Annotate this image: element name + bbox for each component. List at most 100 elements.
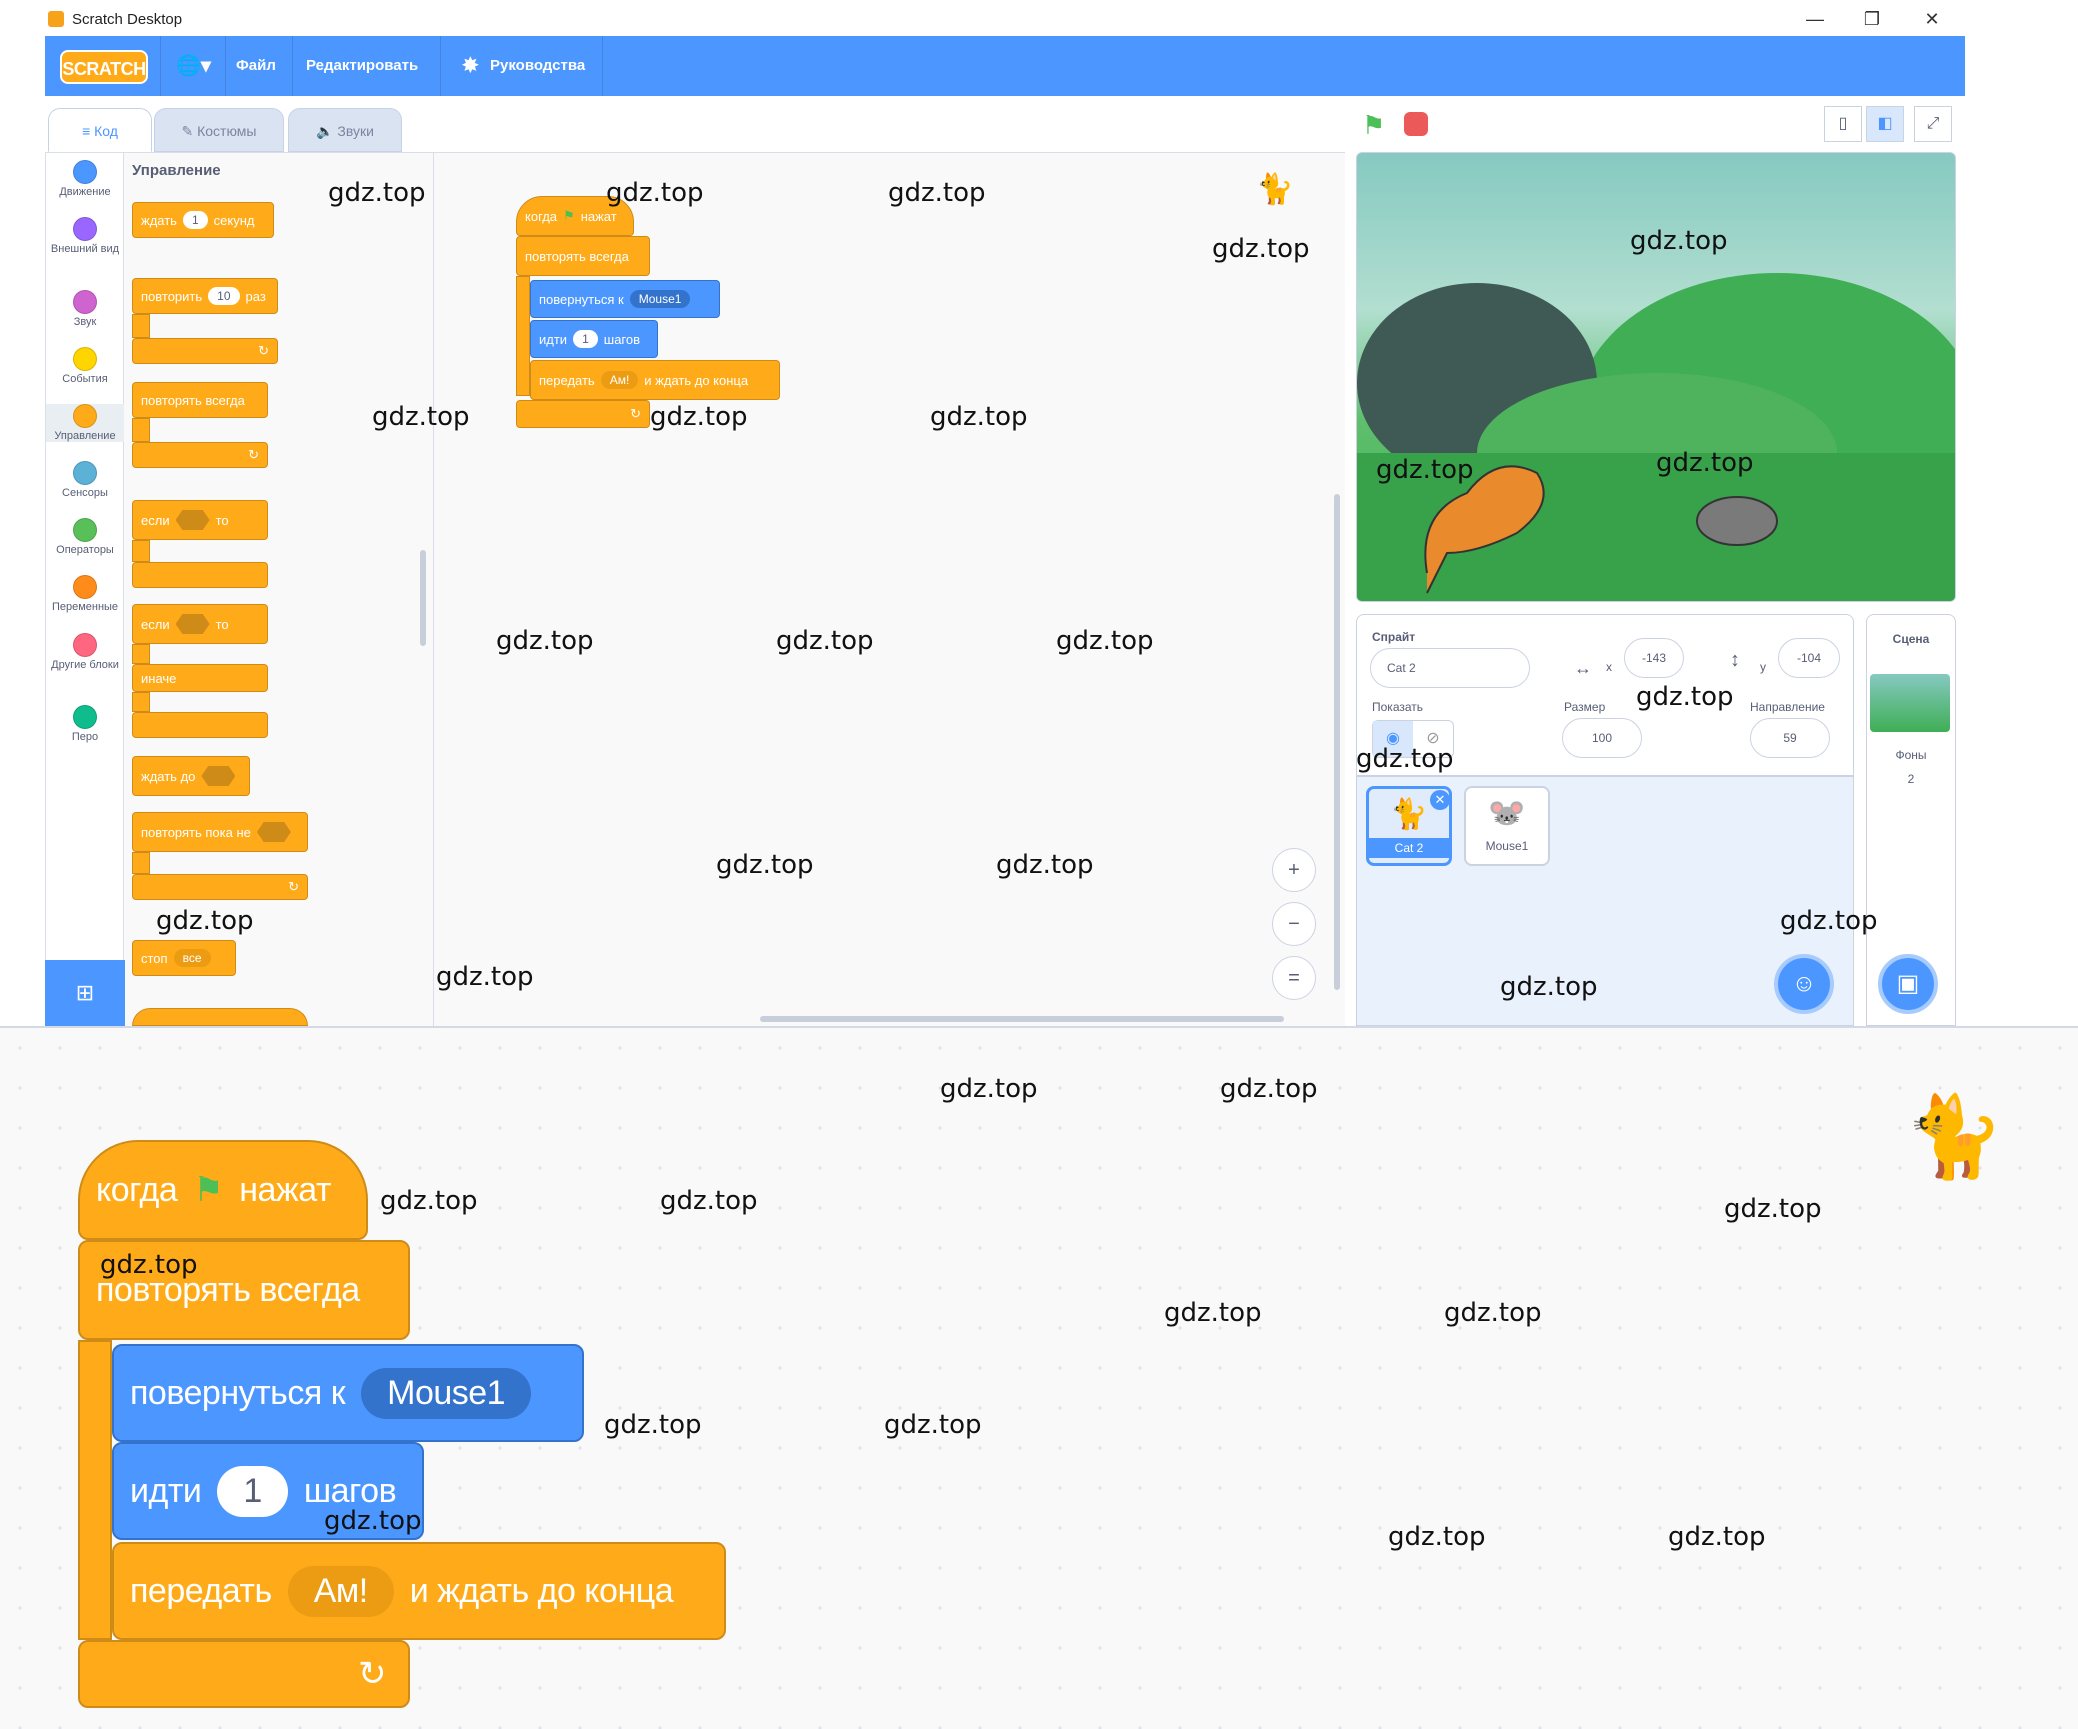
repeat-until-block[interactable]: повторять пока не xyxy=(132,812,308,852)
maximize-button[interactable]: ❐ xyxy=(1852,6,1892,32)
category-5[interactable]: Управление xyxy=(46,404,124,442)
y-input[interactable]: -104 xyxy=(1778,638,1840,678)
point-towards-block[interactable]: повернуться к Mouse1 xyxy=(530,280,720,318)
repeat-until-arm xyxy=(132,852,150,874)
category-6[interactable]: Сенсоры xyxy=(46,461,124,499)
category-3[interactable]: Звук xyxy=(46,290,124,328)
category-label: Звук xyxy=(73,316,97,328)
category-10[interactable]: Перо xyxy=(46,705,124,743)
watermark-text: gdz.top xyxy=(606,178,704,208)
sprite-thumb-mouse1[interactable]: 🐭 Mouse1 xyxy=(1464,786,1550,866)
category-label: Операторы xyxy=(56,544,114,556)
if-else-end xyxy=(132,712,268,738)
zoom-out-button[interactable]: − xyxy=(1272,902,1316,946)
watermark-text: gdz.top xyxy=(888,178,986,208)
window-title: Scratch Desktop xyxy=(72,11,183,28)
loop-arrow-icon: ↻ xyxy=(630,406,641,421)
watermark-text: gdz.top xyxy=(1164,1298,1262,1328)
category-dot-icon xyxy=(73,160,97,184)
watermark-text: gdz.top xyxy=(1388,1522,1486,1552)
small-stage-button[interactable]: ▯ xyxy=(1824,106,1862,142)
stage-backdrop xyxy=(1357,273,1955,601)
watermark-text: gdz.top xyxy=(1636,682,1734,712)
choose-sprite-button[interactable]: ☺ xyxy=(1774,954,1834,1014)
menu-file[interactable]: Файл xyxy=(226,36,286,96)
category-7[interactable]: Операторы xyxy=(46,518,124,556)
repeat-end: ↻ xyxy=(132,338,278,364)
add-extension-button[interactable]: ⊞ xyxy=(45,960,125,1026)
language-icon[interactable]: 🌐▾ xyxy=(166,36,221,96)
category-dot-icon xyxy=(73,518,97,542)
move-steps-block[interactable]: идти 1 шагов xyxy=(530,320,658,358)
forever-block[interactable]: повторять всегда xyxy=(516,236,650,276)
backdrop-thumbnail[interactable] xyxy=(1870,674,1950,732)
watermark-text: gdz.top xyxy=(496,626,594,656)
repeat-block[interactable]: повторить 10 раз xyxy=(132,278,278,314)
x-input[interactable]: -143 xyxy=(1624,638,1684,678)
brush-icon: ✎ xyxy=(181,123,198,139)
direction-label: Направление xyxy=(1750,700,1825,714)
fullscreen-button[interactable]: ⤢ xyxy=(1914,106,1952,142)
palette-scrollbar[interactable] xyxy=(420,550,426,646)
sprite-name-input[interactable]: Cat 2 xyxy=(1370,648,1530,688)
loop-arrow-icon: ↻ xyxy=(258,343,269,358)
category-label: Другие блоки xyxy=(51,659,119,671)
backdrops-label: Фоны xyxy=(1895,748,1927,762)
large-stage-button[interactable]: ◧ xyxy=(1866,106,1904,142)
zoomed-broadcast-block: передать Ам! и ждать до конца xyxy=(112,1542,726,1640)
delete-sprite-icon[interactable]: ✕ xyxy=(1430,790,1450,810)
green-flag-button[interactable]: ⚑ xyxy=(1362,110,1385,141)
scratch-logo[interactable]: SCRATCH xyxy=(60,50,148,84)
forever-end: ↻ xyxy=(132,442,268,468)
watermark-text: gdz.top xyxy=(1444,1298,1542,1328)
watermark-text: gdz.top xyxy=(156,906,254,936)
speaker-icon: 🔈 xyxy=(316,123,338,139)
category-dot-icon xyxy=(73,404,97,428)
category-dot-icon xyxy=(73,217,97,241)
size-input[interactable]: 100 xyxy=(1562,718,1642,758)
small-stage-icon: ▯ xyxy=(1838,115,1848,132)
stop-button[interactable] xyxy=(1404,112,1428,136)
stop-block[interactable]: стоп все xyxy=(132,940,236,976)
broadcast-and-wait-block[interactable]: передать Ам! и ждать до конца xyxy=(530,360,780,400)
watermark-text: gdz.top xyxy=(996,850,1094,880)
if-else-block[interactable]: если то xyxy=(132,604,268,644)
wait-until-block[interactable]: ждать до xyxy=(132,756,250,796)
forever-block[interactable]: повторять всегда xyxy=(132,382,268,418)
x-label: x xyxy=(1606,660,1612,674)
minimize-button[interactable]: — xyxy=(1795,6,1835,32)
category-label: Перо xyxy=(71,731,99,743)
horizontal-scrollbar[interactable] xyxy=(760,1016,1284,1022)
green-flag-icon: ⚑ xyxy=(563,208,575,223)
large-stage-icon: ◧ xyxy=(1877,115,1893,132)
category-dot-icon xyxy=(73,575,97,599)
watermark-text: gdz.top xyxy=(1500,972,1598,1002)
category-1[interactable]: Движение xyxy=(46,160,124,198)
choose-backdrop-button[interactable]: ▣ xyxy=(1878,954,1938,1014)
tab-code[interactable]: ≡ Код xyxy=(48,108,152,152)
forever-arm xyxy=(516,276,530,396)
zoom-reset-button[interactable]: = xyxy=(1272,956,1316,1000)
tab-costumes[interactable]: ✎ Костюмы xyxy=(154,108,284,152)
category-2[interactable]: Внешний вид xyxy=(46,217,124,255)
category-label: Сенсоры xyxy=(62,487,108,499)
watermark-text: gdz.top xyxy=(1668,1522,1766,1552)
menu-tutorials[interactable]: Руководства xyxy=(480,36,595,96)
backdrops-count: 2 xyxy=(1907,772,1915,786)
close-button[interactable]: ✕ xyxy=(1912,6,1952,32)
y-arrows-icon: ↕ xyxy=(1730,649,1740,671)
zoom-in-button[interactable]: + xyxy=(1272,848,1316,892)
tab-sounds[interactable]: 🔈 Звуки xyxy=(288,108,402,152)
stage[interactable] xyxy=(1356,152,1956,602)
wait-block[interactable]: ждать 1 секунд xyxy=(132,202,274,238)
watermark-text: gdz.top xyxy=(650,402,748,432)
category-4[interactable]: События xyxy=(46,347,124,385)
category-9[interactable]: Другие блоки xyxy=(46,633,124,671)
else-arm xyxy=(132,692,150,712)
cat-face-icon: ☺ xyxy=(1791,970,1817,997)
vertical-scrollbar[interactable] xyxy=(1334,494,1340,990)
if-block[interactable]: если то xyxy=(132,500,268,540)
direction-input[interactable]: 59 xyxy=(1750,718,1830,758)
category-8[interactable]: Переменные xyxy=(46,575,124,613)
menu-edit[interactable]: Редактировать xyxy=(296,36,428,96)
